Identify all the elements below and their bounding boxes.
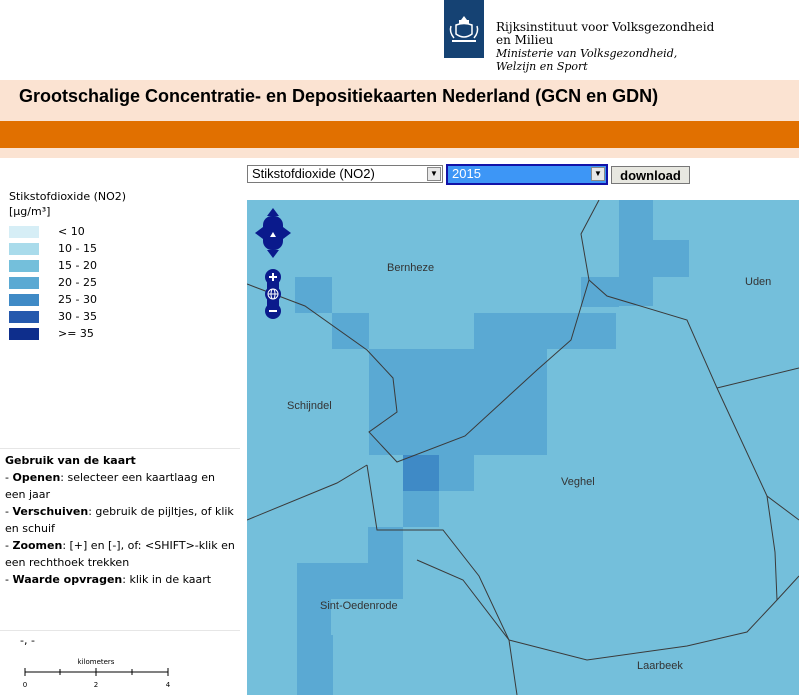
map-navigation [255,208,291,319]
legend-swatch [9,311,39,323]
legend-title: Stikstofdioxide (NO2) [9,190,127,203]
ministry-line1: Ministerie van Volksgezondheid, [496,47,678,60]
coordinate-readout: -, - [20,634,35,647]
divider [0,630,240,631]
legend-label: 20 - 25 [58,276,97,289]
pan-down-icon[interactable] [267,250,279,258]
pan-left-icon[interactable] [255,227,263,239]
substance-select[interactable]: Stikstofdioxide (NO2) ▼ [247,165,443,183]
ministry-line2: Welzijn en Sport [496,60,588,73]
legend-swatch [9,226,39,238]
usage-heading: Gebruik van de kaart [5,454,136,467]
legend-swatch [9,277,39,289]
usage-item: - Openen: selecteer een kaartlaag en een… [5,471,215,501]
legend-label: 30 - 35 [58,310,97,323]
legend-swatch [9,294,39,306]
legend-label: 15 - 20 [58,259,97,272]
crest-icon [449,16,479,42]
substance-select-value: Stikstofdioxide (NO2) [252,166,375,181]
pan-up-icon[interactable] [267,208,279,216]
org-name-line2: en Milieu [496,33,554,47]
scale-tick-label: 0 [23,681,27,689]
year-select-value: 2015 [452,166,481,181]
org-name-line1: Rijksinstituut voor Volksgezondheid [496,20,715,34]
municipality-borders [247,200,799,695]
legend-swatch [9,243,39,255]
chevron-down-icon[interactable]: ▼ [427,167,441,181]
concentration-map[interactable]: Bernheze Uden Schijndel Veghel Sint-Oede… [247,200,799,695]
chevron-down-icon[interactable]: ▼ [591,167,605,181]
usage-item: - Waarde opvragen: klik in de kaart [5,573,212,586]
place-label: Sint-Oedenrode [320,600,398,612]
year-select[interactable]: 2015 ▼ [446,164,608,185]
legend-label: 10 - 15 [58,242,97,255]
legend-label: 25 - 30 [58,293,97,306]
scale-bar: kilometers 0 2 4 [23,658,171,689]
scale-tick-label: 2 [94,681,98,689]
place-label: Veghel [561,476,595,488]
orange-band [0,121,799,148]
legend-label: >= 35 [58,327,94,340]
rivm-logo [444,0,484,58]
usage-item: - Verschuiven: gebruik de pijltjes, of k… [5,505,234,535]
usage-item: - Zoomen: [+] en [-], of: <SHIFT>-klik e… [5,539,235,569]
pan-right-icon[interactable] [283,227,291,239]
download-button[interactable]: download [611,166,690,184]
scale-tick-label: 4 [166,681,171,689]
scale-unit: kilometers [78,658,115,666]
place-label: Uden [745,276,772,288]
title-band: Grootschalige Concentratie- en Depositie… [0,80,799,121]
peach-band [0,148,799,158]
page-title: Grootschalige Concentratie- en Depositie… [19,86,659,106]
place-label: Laarbeek [637,660,683,672]
divider [0,448,240,449]
legend-swatch [9,260,39,272]
legend-label: < 10 [58,225,85,238]
place-label: Schijndel [287,400,332,412]
legend-swatch [9,328,39,340]
legend-unit: [µg/m³] [9,205,51,218]
usage-instructions: Gebruik van de kaart - Openen: selecteer… [5,452,235,588]
place-label: Bernheze [387,262,435,274]
